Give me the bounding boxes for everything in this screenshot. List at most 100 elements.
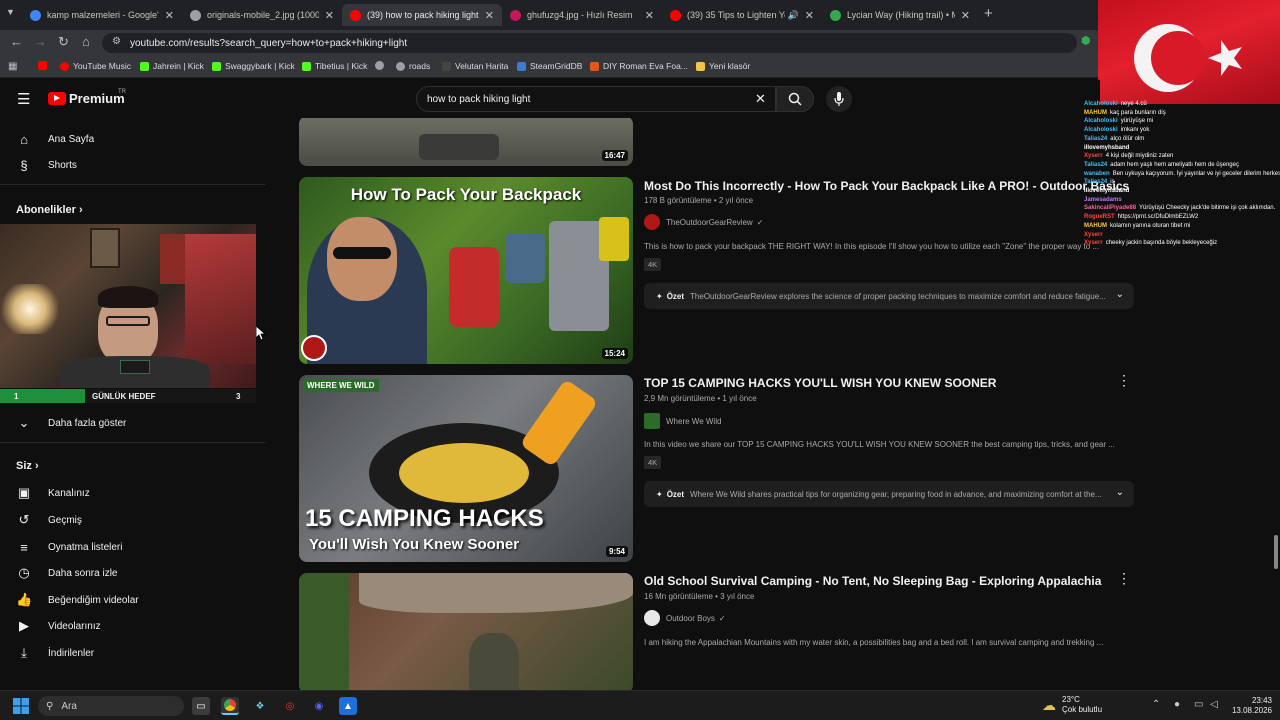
bookmark-label: Jahrein | Kick xyxy=(153,61,204,71)
speaker-icon[interactable]: 🔊 xyxy=(788,10,799,21)
close-icon[interactable]: ✕ xyxy=(325,9,334,22)
show-more-button[interactable]: ⌄ Daha fazla göster xyxy=(16,413,127,433)
tab-lycian-way[interactable]: Lycian Way (Hiking trail) • Map ✕ xyxy=(822,4,978,26)
bookmark-diy-roman[interactable]: DIY Roman Eva Foa... xyxy=(590,61,688,71)
channel-link[interactable]: Outdoor Boys ✓ xyxy=(644,610,726,626)
close-icon[interactable]: ✕ xyxy=(645,9,654,22)
apps-icon[interactable]: ▦ xyxy=(8,61,17,72)
bookmark-steamgriddb[interactable]: SteamGridDB xyxy=(517,61,582,71)
image-icon xyxy=(510,9,521,21)
video-thumbnail[interactable]: WHERE WE WILD 15 CAMPING HACKS You'll Wi… xyxy=(299,375,633,562)
tab-hizli-resim[interactable]: ghufuzg4.jpg - Hızlı Resim ✕ xyxy=(502,4,662,26)
chevron-down-icon[interactable]: ⌄ xyxy=(1116,487,1124,498)
microphone-icon[interactable]: ● xyxy=(1174,699,1180,710)
close-icon[interactable]: ✕ xyxy=(485,9,494,22)
bookmark-label: SteamGridDB xyxy=(530,61,583,71)
sidebar-item-watch-later[interactable]: ◷ Daha sonra izle xyxy=(16,563,117,583)
search-input[interactable]: how to pack hiking light xyxy=(416,86,776,112)
sidebar-item-liked[interactable]: 👍 Beğendiğim videolar xyxy=(16,590,139,610)
sidebar-item-history[interactable]: ↺ Geçmiş xyxy=(16,510,82,530)
youtube-logo-icon[interactable] xyxy=(48,92,66,105)
tab-google[interactable]: kamp malzemeleri - Google'da ✕ xyxy=(22,4,182,26)
search-button[interactable] xyxy=(776,86,814,112)
app-icon[interactable]: ❖ xyxy=(251,697,269,715)
sidebar-item-playlists[interactable]: ≡ Oynatma listeleri xyxy=(16,537,122,557)
close-icon[interactable]: ✕ xyxy=(805,9,814,22)
clock[interactable]: 23:43 13.08.2026 xyxy=(1228,696,1272,716)
tray-overflow-icon[interactable]: ⌃ xyxy=(1152,699,1160,710)
video-title[interactable]: Most Do This Incorrectly - How To Pack Y… xyxy=(644,179,1129,193)
daily-goal-bar: 1 GÜNLÜK HEDEF 3 xyxy=(0,389,256,403)
ai-summary[interactable]: ✦ Özet TheOutdoorGearReview explores the s… xyxy=(644,283,1134,309)
chevron-down-icon[interactable]: ⌄ xyxy=(1116,289,1124,300)
bookmark-folder[interactable]: Yeni klasör xyxy=(696,61,750,71)
video-description: I am hiking the Appalachian Mountains wi… xyxy=(644,638,1104,647)
extension-icon[interactable]: ⬢ xyxy=(1081,34,1091,47)
shorts-icon: § xyxy=(20,157,28,173)
scrollbar-thumb[interactable] xyxy=(1274,535,1278,569)
bookmark-youtube[interactable] xyxy=(38,61,51,70)
forward-icon[interactable]: → xyxy=(34,34,47,49)
bookmark-swaggybark-kick[interactable]: Swaggybark | Kick xyxy=(212,61,295,71)
bookmark-globe[interactable] xyxy=(375,61,388,70)
new-tab-icon[interactable]: + xyxy=(984,5,993,22)
streamer-hair xyxy=(98,286,158,308)
reload-icon[interactable]: ↻ xyxy=(58,34,69,50)
more-actions-icon[interactable]: ⋮ xyxy=(1117,372,1131,389)
youtube-logo-text[interactable]: Premium xyxy=(69,91,125,106)
video-thumbnail[interactable] xyxy=(299,573,633,690)
back-icon[interactable]: ← xyxy=(10,34,23,49)
tab-image[interactable]: originals-mobile_2.jpg (1000×1 ✕ xyxy=(182,4,342,26)
sidebar-item-shorts[interactable]: § Shorts xyxy=(16,155,77,175)
you-header[interactable]: Siz › xyxy=(16,460,39,472)
ai-summary[interactable]: ✦ Özet Where We Wild shares practical tips… xyxy=(644,481,1134,507)
clear-search-icon[interactable]: ✕ xyxy=(755,91,766,107)
close-icon[interactable]: ✕ xyxy=(165,9,174,22)
sidebar-item-your-videos[interactable]: ▶ Videolarınız xyxy=(16,616,101,636)
bookmark-youtube-music[interactable]: YouTube Music xyxy=(60,61,131,71)
home-icon[interactable]: ⌂ xyxy=(82,34,90,49)
windows-start-icon[interactable] xyxy=(12,697,30,715)
verified-icon: ✓ xyxy=(718,613,726,623)
channel-link[interactable]: Where We Wild xyxy=(644,413,721,429)
volume-icon[interactable]: ◁ xyxy=(1210,699,1218,710)
taskbar-search[interactable]: ⚲ Ara xyxy=(38,696,184,716)
weather-temp: 23°C xyxy=(1062,695,1080,704)
address-bar[interactable]: ⚙ youtube.com/results?search_query=how+t… xyxy=(102,33,1077,53)
more-actions-icon[interactable]: ⋮ xyxy=(1117,570,1131,587)
streamer-webcam xyxy=(0,224,256,388)
app-icon[interactable]: ▲ xyxy=(339,697,357,715)
video-thumbnail[interactable]: 16:47 xyxy=(299,118,633,166)
tab-youtube-active[interactable]: (39) how to pack hiking light - ✕ xyxy=(342,4,502,26)
sidebar-item-home[interactable]: ⌂ Ana Sayfa xyxy=(16,129,94,149)
tab-search-icon[interactable]: ▼ xyxy=(6,7,15,17)
video-thumbnail[interactable]: How To Pack Your Backpack 15:24 xyxy=(299,177,633,364)
bookmark-velutan-harita[interactable]: Velutan Harita xyxy=(442,61,508,71)
bookmark-jahrein-kick[interactable]: Jahrein | Kick xyxy=(140,61,204,71)
video-title[interactable]: TOP 15 CAMPING HACKS YOU'LL WISH YOU KNE… xyxy=(644,376,996,390)
task-view-icon[interactable]: ▭ xyxy=(192,697,210,715)
subscriptions-header[interactable]: Abonelikler › xyxy=(16,204,83,216)
site-info-icon[interactable]: ⚙ xyxy=(112,36,121,47)
menu-icon[interactable]: ☰ xyxy=(17,90,30,108)
bookmark-roads[interactable]: roads xyxy=(396,61,430,71)
chrome-icon[interactable] xyxy=(221,697,239,715)
video-title[interactable]: Old School Survival Camping - No Tent, N… xyxy=(644,574,1101,588)
channel-link[interactable]: TheOutdoorGearReview ✓ xyxy=(644,214,763,230)
app-icon[interactable]: ◎ xyxy=(281,697,299,715)
chat-username: Xyserr xyxy=(1084,153,1103,160)
youtube-icon xyxy=(38,61,47,70)
tab-youtube-tips[interactable]: (39) 35 Tips to Lighten Your 🔊 ✕ xyxy=(662,4,822,26)
sidebar-item-downloads[interactable]: ⤓ İndirilenler xyxy=(16,643,94,663)
weather-widget[interactable]: ☁ 23°C Çok bulutlu xyxy=(1042,695,1102,715)
close-icon[interactable]: ✕ xyxy=(961,9,970,22)
sparkle-icon: ✦ xyxy=(656,291,663,301)
bookmark-tibetius-kick[interactable]: Tibetius | Kick xyxy=(302,61,367,71)
chat-message: RogueRST https://prnt.sc/DfuDlmbEZLW2 xyxy=(1084,213,1280,222)
network-icon[interactable]: ▭ xyxy=(1194,699,1203,710)
chat-username: Xyserr xyxy=(1084,231,1103,238)
discord-icon[interactable]: ◉ xyxy=(310,697,328,715)
clock-date: 13.08.2026 xyxy=(1231,706,1272,715)
voice-search-button[interactable] xyxy=(826,86,852,112)
sidebar-item-channel[interactable]: ▣ Kanalınız xyxy=(16,483,90,503)
